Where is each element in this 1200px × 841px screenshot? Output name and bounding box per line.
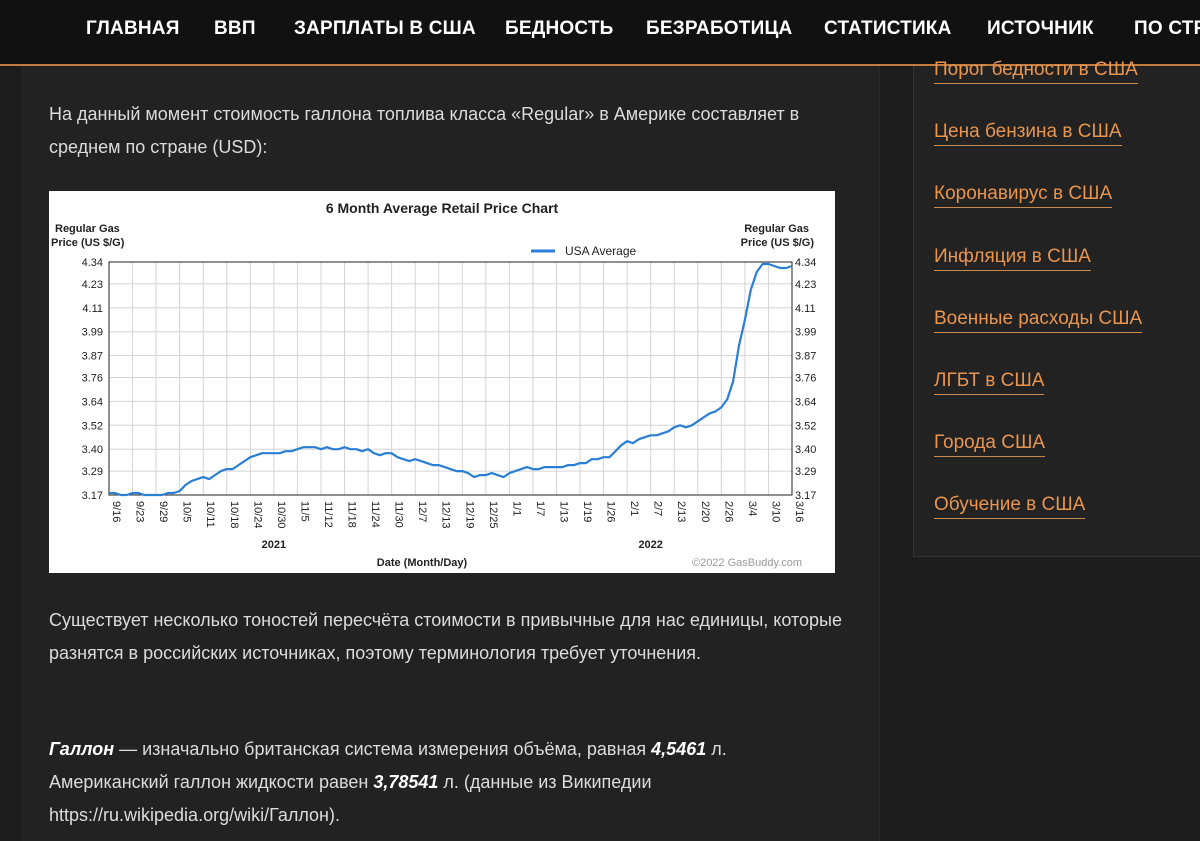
imperial-gallon-value: 4,5461 xyxy=(651,739,707,759)
y-tick-label-left: 3.52 xyxy=(82,420,103,432)
y-axis-label-right-line2: Price (US $/G) xyxy=(741,237,815,249)
x-tick-label: 12/13 xyxy=(440,501,452,529)
x-axis-label: Date (Month/Day) xyxy=(377,557,468,569)
sidebar-link-6[interactable]: Города США xyxy=(934,432,1046,458)
nav-item-1[interactable]: ВВП xyxy=(214,0,256,58)
y-tick-label-right: 3.87 xyxy=(795,351,816,363)
x-tick-label: 1/1 xyxy=(510,501,522,516)
x-tick-label: 10/5 xyxy=(181,501,193,522)
x-tick-label: 11/24 xyxy=(369,501,381,528)
y-tick-label-right: 3.29 xyxy=(795,466,816,478)
x-tick-label: 12/19 xyxy=(463,501,475,529)
y-tick-label-right: 3.40 xyxy=(795,444,816,456)
gallon-text-a: — изначально британская система измерени… xyxy=(114,739,652,759)
intro-paragraph: На данный момент стоимость галлона топли… xyxy=(49,104,800,157)
wikipedia-link[interactable]: https://ru.wikipedia.org/wiki/Галлон xyxy=(49,805,329,825)
nav-item-4[interactable]: БЕЗРАБОТИЦА xyxy=(646,0,792,58)
article-content: На данный момент стоимость галлона топли… xyxy=(22,66,880,841)
y-tick-label-right: 3.64 xyxy=(795,396,816,408)
gallon-paragraph: Галлон — изначально британская система и… xyxy=(49,733,839,832)
sidebar-link-0[interactable]: Порог бедности в США xyxy=(934,59,1138,84)
y-tick-label-left: 3.17 xyxy=(82,490,103,502)
nav-item-2[interactable]: ЗАРПЛАТЫ В США xyxy=(294,0,476,58)
y-tick-label-right: 3.99 xyxy=(795,327,816,339)
year-label: 2021 xyxy=(262,539,286,551)
x-tick-label: 2/20 xyxy=(699,501,711,522)
nav-item-5[interactable]: СТАТИСТИКА xyxy=(824,0,952,58)
x-tick-label: 2/1 xyxy=(628,501,640,516)
year-label: 2022 xyxy=(638,539,662,551)
sidebar-link-7[interactable]: Обучение в США xyxy=(934,494,1086,520)
y-tick-label-left: 4.23 xyxy=(82,279,103,291)
x-tick-label: 3/16 xyxy=(793,501,805,522)
x-tick-label: 3/4 xyxy=(746,501,758,516)
y-tick-label-left: 3.64 xyxy=(82,396,103,408)
x-tick-label: 2/7 xyxy=(652,501,664,516)
sidebar-link-5[interactable]: ЛГБТ в США xyxy=(934,370,1045,395)
y-axis-label-left-line2: Price (US $/G) xyxy=(51,237,125,249)
y-axis-label-right-line1: Regular Gas xyxy=(744,223,809,235)
legend-label: USA Average xyxy=(565,244,636,258)
units-paragraph: Существует несколько тоностей пересчёта … xyxy=(49,610,842,663)
plot-area xyxy=(109,262,792,495)
x-tick-label: 12/7 xyxy=(416,501,428,522)
gas-price-chart: 6 Month Average Retail Price Chart Regul… xyxy=(49,191,835,573)
nav-item-3[interactable]: БЕДНОСТЬ xyxy=(505,0,613,58)
y-tick-label-right: 4.23 xyxy=(795,279,816,291)
gallon-term: Галлон xyxy=(49,739,115,759)
y-tick-label-left: 3.40 xyxy=(82,444,103,456)
x-tick-label: 1/26 xyxy=(605,501,617,522)
gallon-text-c: л. (данные из Википедии xyxy=(438,772,652,792)
nav-item-7[interactable]: ПО СТРАНАМ xyxy=(1134,0,1200,58)
gallon-text-d: ). xyxy=(329,805,340,825)
sidebar-link-2[interactable]: Коронавирус в США xyxy=(934,183,1113,209)
y-tick-label-left: 3.29 xyxy=(82,466,103,478)
chart-credit: ©2022 GasBuddy.com xyxy=(692,557,802,569)
y-tick-label-right: 3.76 xyxy=(795,373,816,385)
y-tick-label-right: 3.52 xyxy=(795,420,816,432)
x-tick-label: 10/30 xyxy=(275,501,287,529)
y-tick-label-right: 3.17 xyxy=(795,490,816,502)
x-tick-label: 2/13 xyxy=(675,501,687,522)
sidebar: Порог бедности в США Цена бензина в США Ко… xyxy=(913,59,1200,557)
x-tick-label: 2/26 xyxy=(722,501,734,522)
us-gallon-value: 3,78541 xyxy=(373,772,439,792)
y-tick-label-left: 4.11 xyxy=(82,303,103,315)
x-tick-label: 12/25 xyxy=(487,501,499,529)
top-nav: ГЛАВНАЯ ВВП ЗАРПЛАТЫ В США БЕДНОСТЬ БЕЗРАБОТ… xyxy=(0,0,1200,66)
x-tick-label: 3/10 xyxy=(769,501,781,522)
y-tick-label-left: 4.34 xyxy=(82,257,103,269)
x-tick-label: 10/24 xyxy=(251,501,263,529)
chart-svg: 6 Month Average Retail Price Chart Regul… xyxy=(51,200,816,569)
sidebar-link-4[interactable]: Военные расходы США xyxy=(934,308,1143,333)
x-tick-label: 9/23 xyxy=(134,501,146,522)
x-tick-label: 1/7 xyxy=(534,501,546,516)
sidebar-link-1[interactable]: Цена бензина в США xyxy=(934,121,1122,147)
x-tick-label: 10/18 xyxy=(228,501,240,529)
x-tick-label: 11/12 xyxy=(322,501,334,528)
nav-item-0[interactable]: ГЛАВНАЯ xyxy=(86,0,180,58)
y-tick-label-left: 3.99 xyxy=(82,327,103,339)
x-tick-label: 10/11 xyxy=(204,501,216,528)
y-tick-label-right: 4.11 xyxy=(795,303,816,315)
y-tick-label-left: 3.87 xyxy=(82,351,103,363)
x-tick-label: 11/5 xyxy=(298,501,310,522)
y-tick-label-left: 3.76 xyxy=(82,373,103,385)
chart-title: 6 Month Average Retail Price Chart xyxy=(326,200,559,216)
sidebar-link-3[interactable]: Инфляция в США xyxy=(934,246,1091,271)
x-tick-label: 1/19 xyxy=(581,501,593,522)
x-tick-label: 9/16 xyxy=(110,501,122,522)
nav-item-6[interactable]: ИСТОЧНИК xyxy=(987,0,1094,58)
y-tick-label-right: 4.34 xyxy=(795,257,816,269)
y-axis-label-left-line1: Regular Gas xyxy=(55,223,120,235)
x-tick-label: 1/13 xyxy=(557,501,569,522)
x-tick-label: 11/30 xyxy=(393,501,405,528)
x-tick-label: 9/29 xyxy=(157,501,169,522)
x-tick-label: 11/18 xyxy=(346,501,358,528)
